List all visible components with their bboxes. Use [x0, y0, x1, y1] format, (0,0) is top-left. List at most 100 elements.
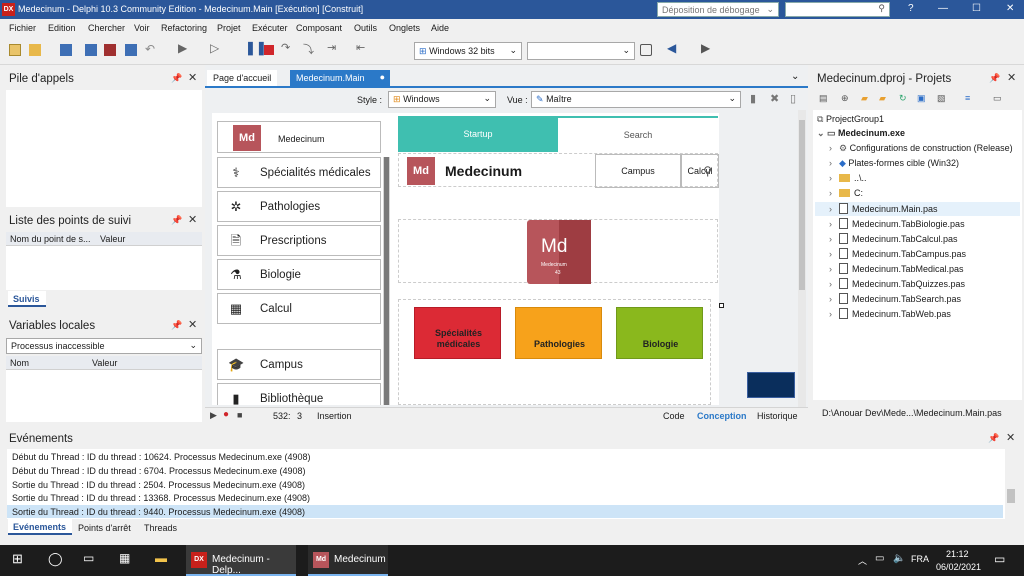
- language-indicator[interactable]: FRA: [911, 554, 929, 564]
- scrollbar-thumb[interactable]: [799, 120, 805, 290]
- record-icon[interactable]: ●: [223, 409, 229, 420]
- menu-projet[interactable]: Projet: [217, 23, 241, 33]
- run-icon[interactable]: ▶: [178, 41, 187, 55]
- volume-icon[interactable]: 🔈: [893, 553, 905, 564]
- notifications-icon[interactable]: ▭: [994, 552, 1005, 566]
- menu-executer[interactable]: Exécuter: [252, 23, 288, 33]
- tab-points-arret[interactable]: Points d'arrêt: [78, 523, 131, 533]
- menu-voir[interactable]: Voir: [134, 23, 150, 33]
- stop-record-icon[interactable]: ■: [237, 410, 242, 420]
- pin-icon[interactable]: 📌: [171, 320, 182, 331]
- tree-item[interactable]: › Medecinum.TabSearch.pas: [829, 293, 961, 304]
- tab-conception[interactable]: Conception: [697, 411, 747, 421]
- config-select[interactable]: ⌄: [527, 42, 635, 60]
- vertical-scrollbar[interactable]: [798, 110, 806, 410]
- tab-suivis[interactable]: Suivis: [8, 291, 46, 307]
- tree-item[interactable]: › Medecinum.TabMedical.pas: [829, 263, 964, 274]
- tab-code[interactable]: Code: [663, 411, 685, 421]
- locals-combo[interactable]: Processus inaccessible ⌄: [6, 338, 202, 354]
- layout-combo[interactable]: Déposition de débogage ⌄: [657, 2, 779, 17]
- view-edit-icon[interactable]: ▮: [750, 92, 756, 105]
- locals-col-value[interactable]: Valeur: [92, 358, 117, 368]
- tree-item[interactable]: › C:: [829, 188, 863, 198]
- tree-item[interactable]: › ◆ Plates-formes cible (Win32): [829, 158, 959, 169]
- view-select[interactable]: ✎ Maître ⌄: [531, 91, 741, 108]
- tree-item[interactable]: › ⚙ Configurations de construction (Relea…: [829, 143, 1013, 154]
- close-icon[interactable]: ✕: [188, 71, 197, 84]
- save-all-icon[interactable]: [85, 44, 97, 56]
- help-icon[interactable]: ?: [908, 3, 914, 14]
- tree-item[interactable]: › Medecinum.TabCampus.pas: [829, 248, 966, 259]
- device-icon[interactable]: [640, 44, 652, 56]
- tab-historique[interactable]: Historique: [757, 411, 798, 421]
- build-icon[interactable]: ▣: [917, 93, 926, 104]
- deploy-icon[interactable]: ▧: [937, 93, 946, 104]
- side-scrollbar[interactable]: [383, 157, 390, 405]
- tray-chevron-icon[interactable]: ︿: [858, 554, 867, 567]
- minimize-icon[interactable]: —: [938, 3, 948, 14]
- taskbar-app-delphi[interactable]: DX Medecinum - Delp...: [186, 545, 296, 576]
- watch-col-value[interactable]: Valeur: [100, 234, 125, 244]
- tree-item[interactable]: › Medecinum.TabCalcul.pas: [829, 233, 958, 244]
- tree-item[interactable]: › ..\..: [829, 173, 867, 183]
- sort-icon[interactable]: ≡: [965, 93, 970, 103]
- menu-onglets[interactable]: Onglets: [389, 23, 420, 33]
- menu-edition[interactable]: Edition: [48, 23, 76, 33]
- tab-startup[interactable]: Startup: [398, 116, 558, 152]
- trace-into-icon[interactable]: ⤵: [303, 41, 314, 57]
- clock-date[interactable]: 06/02/2021: [936, 562, 981, 572]
- side-scrollbar-thumb[interactable]: [384, 157, 389, 405]
- style-select[interactable]: ⊞ Windows ⌄: [388, 91, 496, 108]
- undo-icon[interactable]: ↶: [145, 42, 155, 56]
- tab-search[interactable]: Search: [558, 116, 718, 152]
- forward-icon[interactable]: ▶: [701, 41, 710, 55]
- view-icon[interactable]: ▭: [993, 93, 1002, 104]
- close-icon[interactable]: ✕: [1006, 3, 1014, 14]
- store-icon[interactable]: ▦: [119, 551, 130, 565]
- tab-page-accueil[interactable]: Page d'accueil: [207, 70, 278, 86]
- pin-icon[interactable]: 📌: [171, 73, 182, 84]
- open-icon[interactable]: [29, 44, 41, 56]
- pin-icon[interactable]: 📌: [988, 433, 999, 444]
- menu-fichier[interactable]: Fichier: [9, 23, 36, 33]
- close-file-icon[interactable]: [125, 44, 137, 56]
- tile-specialites[interactable]: Spécialités médicales: [414, 307, 501, 359]
- menu-outils[interactable]: Outils: [354, 23, 377, 33]
- tree-item-selected[interactable]: › Medecinum.Main.pas: [815, 202, 1020, 216]
- clock-time[interactable]: 21:12: [946, 549, 969, 559]
- side-item-calcul[interactable]: ▦ Calcul: [217, 293, 381, 324]
- campus-button[interactable]: Campus: [595, 154, 681, 188]
- refresh-icon[interactable]: ↻: [899, 93, 907, 104]
- side-item-prescriptions[interactable]: 🗎 Prescriptions: [217, 225, 381, 256]
- sync-icon[interactable]: ⊕: [841, 93, 849, 104]
- taskbar-app-medecinum[interactable]: Md Medecinum: [308, 545, 388, 576]
- back-icon[interactable]: ◀: [667, 41, 676, 55]
- task-view-icon[interactable]: ▭: [83, 551, 94, 565]
- tree-item[interactable]: › Medecinum.TabBiologie.pas: [829, 218, 965, 229]
- resize-handle[interactable]: [719, 303, 724, 308]
- new-icon[interactable]: [9, 44, 21, 56]
- tree-item[interactable]: › Medecinum.TabWeb.pas: [829, 308, 951, 319]
- side-item-bibliotheque[interactable]: ▮ Bibliothèque: [217, 383, 381, 406]
- menu-chercher[interactable]: Chercher: [88, 23, 125, 33]
- start-icon[interactable]: ⊞: [12, 551, 23, 567]
- search-icon[interactable]: ◯: [48, 551, 63, 567]
- network-icon[interactable]: ▭: [875, 553, 884, 564]
- side-item-campus[interactable]: 🎓 Campus: [217, 349, 381, 380]
- save-icon[interactable]: [60, 44, 72, 56]
- tree-item[interactable]: › Medecinum.TabQuizzes.pas: [829, 278, 965, 289]
- maximize-icon[interactable]: ☐: [972, 3, 981, 14]
- menu-composant[interactable]: Composant: [296, 23, 342, 33]
- ide-search-input[interactable]: ⚲: [785, 2, 890, 17]
- stop-icon[interactable]: [264, 45, 274, 55]
- run-to-cursor-icon[interactable]: ⇥: [327, 41, 336, 54]
- menu-refactoring[interactable]: Refactoring: [161, 23, 207, 33]
- side-item-biologie[interactable]: ⚗ Biologie: [217, 259, 381, 290]
- run-without-debug-icon[interactable]: ▷: [210, 41, 219, 55]
- events-scrollbar-thumb[interactable]: [1007, 489, 1015, 503]
- pin-icon[interactable]: 📌: [989, 73, 1000, 84]
- tree-item[interactable]: ⧉ ProjectGroup1: [817, 114, 884, 125]
- file-explorer-icon[interactable]: ▬: [155, 551, 167, 565]
- tile-pathologies[interactable]: Pathologies: [515, 307, 602, 359]
- view-page-icon[interactable]: ▯: [790, 92, 796, 105]
